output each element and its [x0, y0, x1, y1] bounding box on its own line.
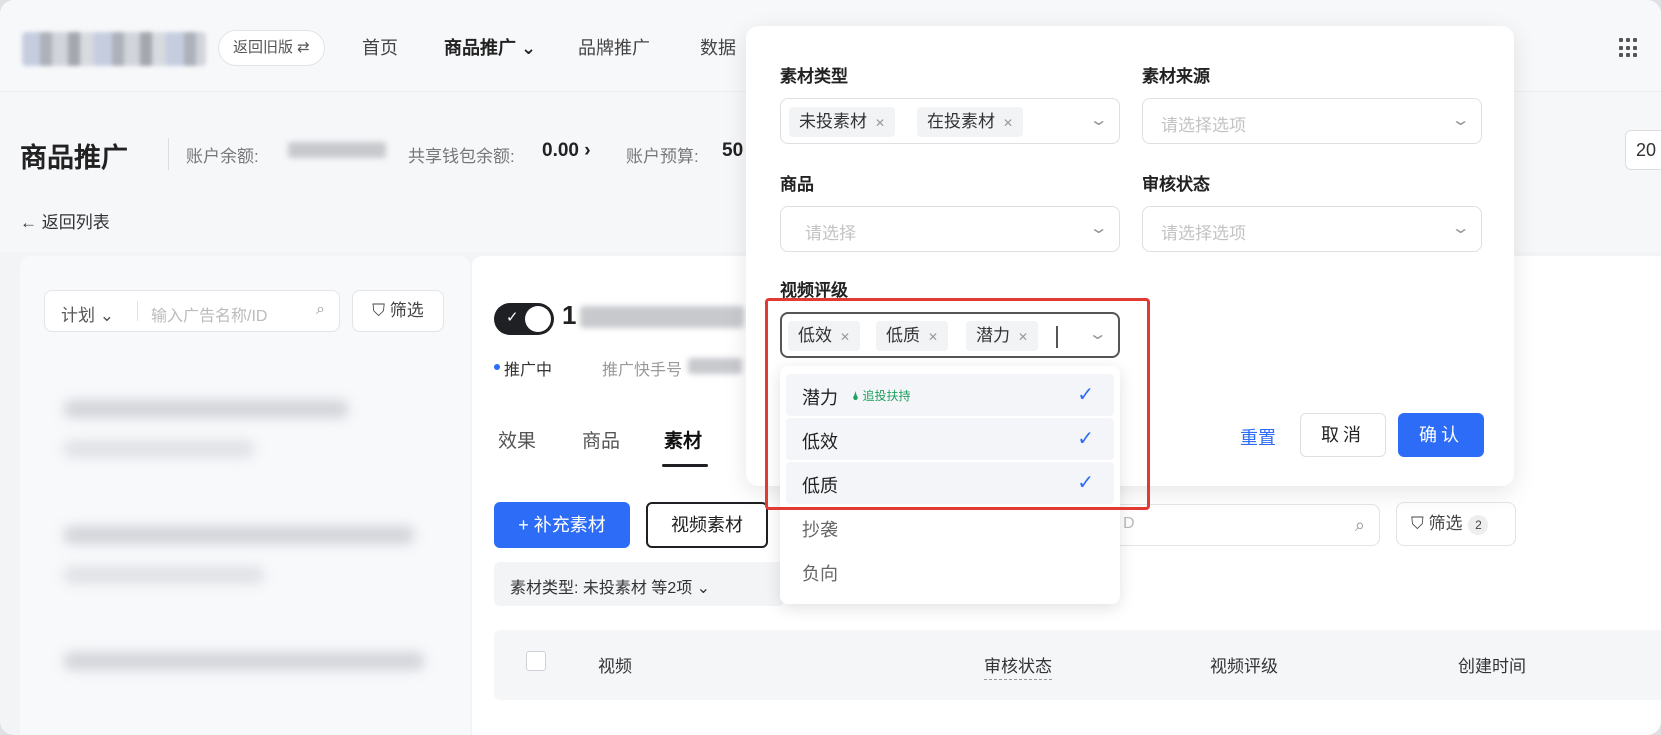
- shared-wallet-value[interactable]: 0.00 ›: [542, 140, 591, 162]
- filter-count-badge: 2: [1468, 515, 1489, 535]
- back-to-list-link[interactable]: ← 返回列表: [20, 208, 110, 233]
- return-old-version-button[interactable]: 返回旧版 ⇄: [218, 30, 325, 66]
- filter-icon: ⛉: [372, 301, 390, 320]
- active-tab-indicator: [662, 464, 708, 467]
- list-item[interactable]: [64, 566, 264, 584]
- review-status-placeholder: 请选择选项: [1161, 224, 1246, 243]
- account-balance-label: 账户余额:: [186, 147, 259, 166]
- material-type-select[interactable]: 未投素材 ✕ 在投素材 ✕ ⌄: [780, 98, 1120, 144]
- tab-product[interactable]: 商品: [582, 426, 620, 453]
- logo: [22, 32, 206, 66]
- active-filter-chip[interactable]: 素材类型: 未投素材 等2项 ⌄: [494, 562, 784, 606]
- option-plagiarism[interactable]: 抄袭: [786, 506, 1114, 548]
- material-source-label: 素材来源: [1142, 67, 1210, 86]
- nav-product-promotion[interactable]: 商品推广 ⌄: [444, 34, 536, 60]
- list-item[interactable]: [64, 526, 414, 544]
- tag-unplaced-material[interactable]: 未投素材 ✕: [789, 107, 896, 137]
- material-search-input[interactable]: D ⌕: [1110, 504, 1380, 546]
- cancel-button[interactable]: 取消: [1300, 413, 1386, 457]
- account-budget-value: 50: [722, 140, 744, 161]
- chevron-down-icon: ⌄: [1088, 112, 1109, 129]
- column-header-review-status[interactable]: 审核状态: [984, 652, 1052, 680]
- chevron-down-icon: ⌄: [1088, 220, 1109, 237]
- material-filter-button[interactable]: ⛉ 筛选 2: [1396, 502, 1516, 546]
- tag-label: 在投素材: [927, 112, 995, 131]
- account-budget-label: 账户预算:: [626, 147, 699, 166]
- shared-wallet-label: 共享钱包余额:: [408, 147, 515, 166]
- list-item[interactable]: [64, 440, 254, 458]
- option-label: 负向: [802, 564, 838, 584]
- page-title: 商品推广: [20, 143, 128, 173]
- ad-search-input[interactable]: 输入广告名称/ID: [151, 302, 267, 326]
- product-label: 商品: [780, 175, 814, 194]
- nav-brand-promotion[interactable]: 品牌推广: [578, 34, 650, 60]
- tab-material[interactable]: 素材: [664, 426, 702, 453]
- material-type-label: 素材类型: [780, 67, 848, 86]
- search-icon[interactable]: ⌕: [1355, 515, 1365, 536]
- option-label: 抄袭: [802, 520, 838, 540]
- status-dot-icon: [494, 364, 500, 370]
- add-material-button[interactable]: + 补充素材: [494, 502, 630, 548]
- ad-status-toggle[interactable]: ✓: [494, 303, 554, 335]
- close-icon[interactable]: ✕: [1003, 116, 1013, 130]
- list-item[interactable]: [64, 652, 424, 670]
- plan-search-box[interactable]: 计划 ⌄ 输入广告名称/ID ⌕: [44, 290, 340, 332]
- review-status-label: 审核状态: [1142, 175, 1210, 194]
- material-search-placeholder: D: [1123, 515, 1135, 532]
- ad-name-redacted: [580, 306, 744, 328]
- divider: [137, 301, 138, 321]
- apps-grid-icon[interactable]: [1619, 38, 1639, 58]
- divider: [168, 138, 169, 170]
- option-negative[interactable]: 负向: [786, 550, 1114, 592]
- search-icon[interactable]: ⌕: [316, 301, 325, 319]
- chevron-down-icon: ⌄: [1450, 112, 1471, 129]
- column-header-video: 视频: [598, 657, 632, 676]
- material-source-placeholder: 请选择选项: [1161, 116, 1246, 135]
- left-filter-button[interactable]: ⛉ 筛选: [352, 290, 444, 332]
- list-item[interactable]: [64, 400, 348, 418]
- kuaishou-account-redacted: [688, 358, 742, 374]
- nav-data[interactable]: 数据: [700, 34, 736, 60]
- nav-home[interactable]: 首页: [362, 34, 398, 60]
- plan-type-select[interactable]: 计划 ⌄: [61, 301, 114, 326]
- red-highlight-box: [765, 298, 1150, 510]
- chevron-down-icon: ⌄: [1450, 220, 1471, 237]
- toggle-knob: [525, 306, 551, 332]
- reset-button[interactable]: 重置: [1240, 424, 1276, 450]
- left-filter-label: 筛选: [389, 301, 424, 320]
- product-select[interactable]: 请选择 ⌄: [780, 206, 1120, 252]
- video-material-button[interactable]: 视频素材: [646, 502, 768, 548]
- date-range-picker[interactable]: 20: [1625, 130, 1661, 170]
- review-status-select[interactable]: 请选择选项 ⌄: [1142, 206, 1482, 252]
- tag-placed-material[interactable]: 在投素材 ✕: [917, 107, 1024, 137]
- confirm-button[interactable]: 确认: [1398, 413, 1484, 457]
- tab-effect[interactable]: 效果: [498, 426, 536, 453]
- column-header-created-time: 创建时间: [1458, 657, 1526, 676]
- material-filter-label: 筛选: [1428, 514, 1463, 533]
- ad-name: 1: [562, 300, 577, 330]
- filter-icon: ⛉: [1411, 514, 1429, 533]
- material-source-select[interactable]: 请选择选项 ⌄: [1142, 98, 1482, 144]
- app-window: 返回旧版 ⇄ 首页 商品推广 ⌄ 品牌推广 数据 商品推广 账户余额: 共享钱包…: [0, 0, 1661, 735]
- kuaishou-account-label: 推广快手号: [602, 362, 683, 379]
- tag-label: 未投素材: [799, 112, 867, 131]
- select-all-checkbox[interactable]: [526, 651, 546, 671]
- status-text: 推广中: [504, 362, 553, 379]
- product-placeholder: 请选择: [805, 224, 856, 243]
- account-balance-value-redacted: [288, 142, 386, 158]
- close-icon[interactable]: ✕: [875, 116, 885, 130]
- column-header-video-rating: 视频评级: [1210, 657, 1278, 676]
- check-icon: ✓: [506, 309, 519, 326]
